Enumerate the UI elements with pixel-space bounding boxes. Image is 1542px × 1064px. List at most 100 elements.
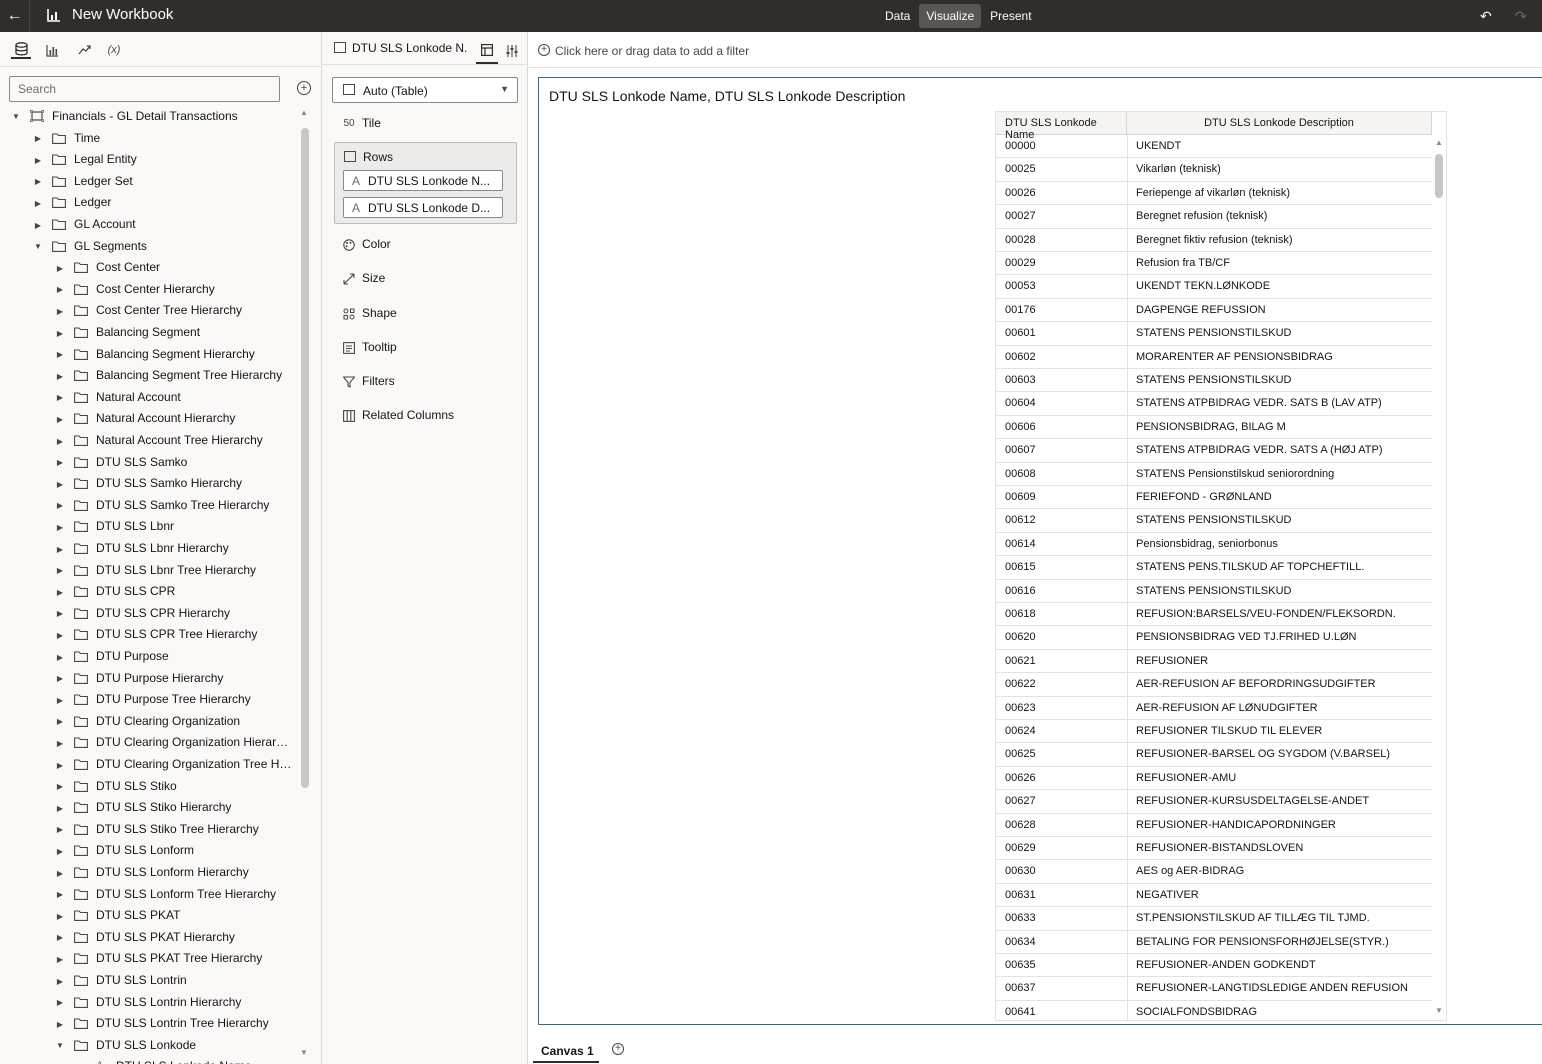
expand-arrow-icon[interactable]: ▶ [34, 220, 42, 230]
tree-segment-folder[interactable]: ▶ Natural Account Hierarchy [0, 408, 298, 429]
rows-drop-target[interactable]: Rows A DTU SLS Lonkode N... A DTU SLS Lo… [334, 142, 517, 224]
visualizations-tab-bar-chart-icon[interactable] [42, 41, 62, 59]
expand-arrow-icon[interactable]: ▶ [56, 285, 64, 295]
expand-arrow-icon[interactable]: ▶ [56, 414, 64, 424]
expand-arrow-icon[interactable]: ▶ [34, 155, 42, 165]
table-row[interactable]: 00637 REFUSIONER-LANGTIDSLEDIGE ANDEN REF… [996, 977, 1432, 1001]
expand-arrow-icon[interactable]: ▶ [34, 177, 42, 187]
tree-segment-folder[interactable]: ▶ DTU SLS Lbnr Tree Hierarchy [0, 560, 298, 581]
expand-arrow-icon[interactable]: ▶ [34, 198, 42, 208]
expand-arrow-icon[interactable]: ▶ [56, 738, 64, 748]
table-row[interactable]: 00176 DAGPENGE REFUSSION [996, 298, 1432, 323]
tree-segment-folder[interactable]: ▶ DTU SLS PKAT Hierarchy [0, 927, 298, 948]
tree-folder[interactable]: ▶ GL Account [0, 214, 298, 235]
tree-segment-folder[interactable]: ▶ DTU Purpose Hierarchy [0, 668, 298, 689]
expand-arrow-icon[interactable]: ▶ [56, 890, 64, 900]
tree-segment-folder[interactable]: ▶ Cost Center [0, 257, 298, 278]
tree-segment-folder[interactable]: ▶ DTU SLS Lonform [0, 840, 298, 861]
add-data-plus-icon[interactable]: + [297, 81, 311, 95]
table-row[interactable]: 00623 AER-REFUSION AF LØNUDGIFTER [996, 696, 1432, 720]
table-row[interactable]: 00602 MORARENTER AF PENSIONSBIDRAG [996, 345, 1432, 369]
table-row[interactable]: 00616 STATENS PENSIONSTILSKUD [996, 579, 1432, 603]
table-row[interactable]: 00026 Feriepenge af vikarløn (teknisk) [996, 181, 1432, 206]
tree-segment-folder[interactable]: ▶ DTU SLS Stiko Tree Hierarchy [0, 819, 298, 840]
color-drop-target[interactable]: Color [362, 237, 391, 251]
table-row[interactable]: 00604 STATENS ATPBIDRAG VEDR. SATS B (LAV… [996, 392, 1432, 416]
tree-segment-folder[interactable]: ▶ DTU Purpose Tree Hierarchy [0, 689, 298, 710]
tree-segment-folder[interactable]: ▶ DTU SLS Lontrin Hierarchy [0, 992, 298, 1013]
tooltip-drop-target[interactable]: Tooltip [362, 340, 397, 354]
undo-icon[interactable]: ↶ [1480, 8, 1492, 25]
table-row[interactable]: 00634 BETALING FOR PENSIONSFORHØJELSE(STY… [996, 930, 1432, 954]
collapse-arrow-icon[interactable]: ▼ [12, 112, 20, 122]
shape-drop-target[interactable]: Shape [362, 306, 397, 320]
scroll-up-arrow-icon[interactable]: ▲ [1435, 138, 1443, 147]
table-row[interactable]: 00620 PENSIONSBIDRAG VED TJ.FRIHED U.LØN [996, 626, 1432, 650]
expand-arrow-icon[interactable]: ▶ [56, 717, 64, 727]
redo-icon[interactable]: ↷ [1515, 8, 1527, 25]
expand-arrow-icon[interactable]: ▶ [56, 868, 64, 878]
scroll-down-arrow-icon[interactable]: ▼ [300, 1048, 308, 1057]
expand-arrow-icon[interactable]: ▶ [56, 306, 64, 316]
canvas-tab[interactable]: Canvas 1 [533, 1036, 599, 1063]
tree-segment-folder[interactable]: ▶ Balancing Segment [0, 322, 298, 343]
expand-arrow-icon[interactable]: ▶ [56, 976, 64, 986]
table-row[interactable]: 00633 ST.PENSIONSTILSKUD AF TILLÆG TIL TJ… [996, 907, 1432, 931]
table-row[interactable]: 00622 AER-REFUSION AF BEFORDRINGSUDGIFTER [996, 673, 1432, 697]
expand-arrow-icon[interactable]: ▶ [56, 760, 64, 770]
collapse-arrow-icon[interactable]: ▼ [56, 1041, 64, 1051]
table-row[interactable]: 00626 REFUSIONER-AMU [996, 766, 1432, 791]
table-row[interactable]: 00624 REFUSIONER TILSKUD TIL ELEVER [996, 720, 1432, 744]
expand-arrow-icon[interactable]: ▶ [56, 803, 64, 813]
tree-segment-folder[interactable]: ▶ DTU SLS PKAT [0, 905, 298, 926]
expand-arrow-icon[interactable]: ▶ [34, 134, 42, 144]
grammar-tab-icon[interactable] [476, 38, 498, 64]
data-tab-database-icon[interactable] [11, 41, 31, 59]
table-row[interactable]: 00053 UKENDT TEKN.LØNKODE [996, 275, 1432, 299]
tree-segment-folder[interactable]: ▶ DTU SLS Stiko Hierarchy [0, 797, 298, 818]
table-visualization[interactable]: DTU SLS Lonkode Name, DTU SLS Lonkode De… [538, 77, 1542, 1025]
table-row[interactable]: 00615 STATENS PENS.TILSKUD AF TOPCHEFTILL… [996, 556, 1432, 580]
table-row[interactable]: 00609 FERIEFOND - GRØNLAND [996, 486, 1432, 510]
table-row[interactable]: 00029 Refusion fra TB/CF [996, 252, 1432, 276]
tree-segment-folder[interactable]: ▶ DTU Clearing Organization Tree Hiera... [0, 754, 298, 775]
tree-segment-folder[interactable]: ▶ DTU SLS Stiko [0, 776, 298, 797]
expand-arrow-icon[interactable]: ▶ [56, 479, 64, 489]
table-row[interactable]: 00618 REFUSION:BARSELS/VEU-FONDEN/FLEKSOR… [996, 603, 1432, 627]
tree-folder[interactable]: ▶ Ledger [0, 192, 298, 213]
viz-type-select[interactable]: Auto (Table) ▼ [332, 77, 518, 103]
scroll-down-arrow-icon[interactable]: ▼ [1435, 1006, 1443, 1015]
tree-segment-folder[interactable]: ▶ DTU SLS Samko Hierarchy [0, 473, 298, 494]
table-row[interactable]: 00614 Pensionsbidrag, seniorbonus [996, 532, 1432, 557]
tree-segment-folder[interactable]: ▶ DTU SLS Samko [0, 452, 298, 473]
tree-folder[interactable]: ▶ Time [0, 128, 298, 149]
tree-segment-folder[interactable]: ▶ DTU SLS Samko Tree Hierarchy [0, 495, 298, 516]
table-scrollbar-thumb[interactable] [1435, 154, 1443, 198]
table-row[interactable]: 00641 SOCIALFONDSBIDRAG [996, 1000, 1432, 1020]
expand-arrow-icon[interactable]: ▶ [56, 587, 64, 597]
filter-bar[interactable]: + Click here or drag data to add a filte… [529, 32, 1542, 68]
table-row[interactable]: 00630 AES og AER-BIDRAG [996, 860, 1432, 884]
tree-segment-folder[interactable]: ▶ DTU SLS Lontrin [0, 970, 298, 991]
add-canvas-plus-icon[interactable]: + [612, 1043, 624, 1055]
expand-arrow-icon[interactable]: ▶ [56, 674, 64, 684]
expand-arrow-icon[interactable]: ▶ [56, 911, 64, 921]
tree-segment-folder[interactable]: ▶ DTU SLS Lonform Tree Hierarchy [0, 884, 298, 905]
table-row[interactable]: 00025 Vikarløn (teknisk) [996, 158, 1432, 182]
add-filter-plus-icon[interactable]: + [538, 44, 550, 56]
table-row[interactable]: 00628 REFUSIONER-HANDICAPORDNINGER [996, 813, 1432, 837]
properties-sliders-icon[interactable] [502, 38, 522, 64]
column-header-lonkode-description[interactable]: DTU SLS Lonkode Description [1127, 112, 1432, 135]
tree-segment-folder[interactable]: ▶ DTU SLS CPR [0, 581, 298, 602]
table-row[interactable]: 00631 NEGATIVER [996, 883, 1432, 908]
tree-segment-folder[interactable]: ▶ Balancing Segment Hierarchy [0, 344, 298, 365]
tree-segment-folder[interactable]: ▶ Balancing Segment Tree Hierarchy [0, 365, 298, 386]
tree-segment-folder[interactable]: ▶ Cost Center Hierarchy [0, 279, 298, 300]
tree-segment-folder[interactable]: ▶ DTU SLS Lbnr [0, 516, 298, 537]
expand-arrow-icon[interactable]: ▶ [56, 566, 64, 576]
mode-data-tab[interactable]: Data [878, 4, 917, 28]
table-row[interactable]: 00608 STATENS Pensionstilskud seniorordni… [996, 462, 1432, 486]
tree-segment-folder[interactable]: ▶ DTU SLS Lbnr Hierarchy [0, 538, 298, 559]
tree-segment-folder[interactable]: ▶ DTU SLS PKAT Tree Hierarchy [0, 948, 298, 969]
tree-segment-folder[interactable]: ▶ DTU Clearing Organization [0, 711, 298, 732]
